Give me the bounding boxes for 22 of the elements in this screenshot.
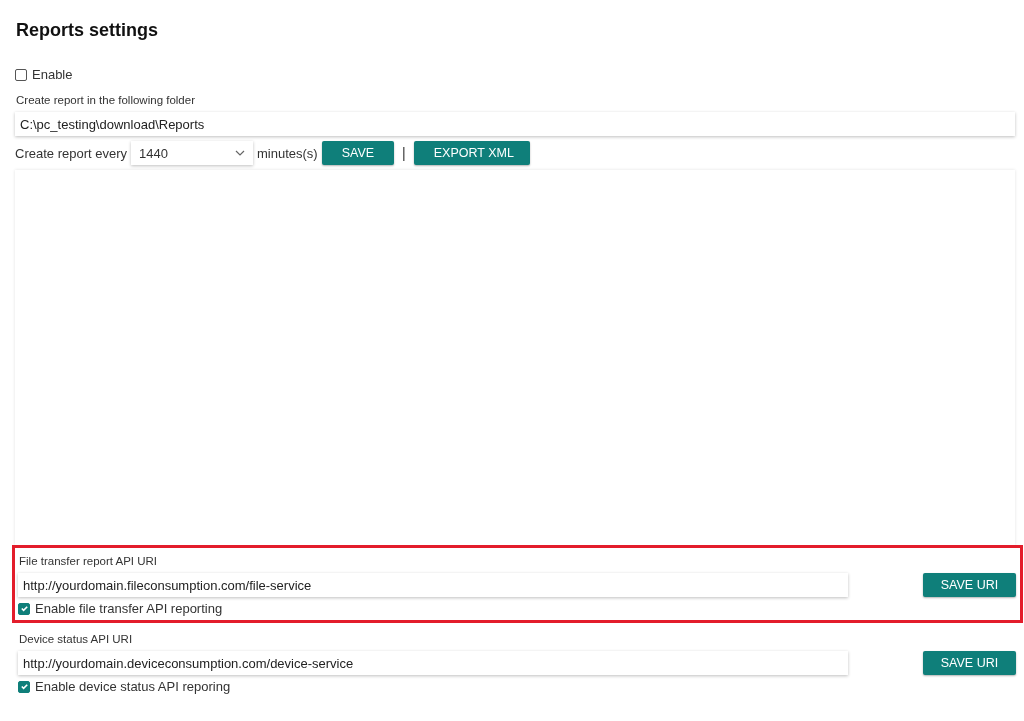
interval-label: Create report every bbox=[15, 145, 127, 161]
save-uri-button[interactable]: SAVE URI bbox=[923, 573, 1016, 597]
export-button[interactable]: EXPORT XML bbox=[413, 141, 530, 165]
unit-label: minutes(s) bbox=[257, 145, 318, 161]
separator-text: | bbox=[402, 145, 406, 161]
chevron-down-icon bbox=[235, 150, 245, 156]
field-label: Device status API URI bbox=[19, 633, 134, 645]
checkbox[interactable] bbox=[15, 68, 27, 81]
checkbox[interactable] bbox=[18, 602, 30, 615]
save-uri-button[interactable]: SAVE URI bbox=[923, 651, 1016, 675]
checkbox[interactable] bbox=[18, 680, 30, 693]
checkbox-label: Enable bbox=[32, 67, 73, 82]
save-button[interactable]: SAVE bbox=[321, 141, 395, 165]
field-label: Create report in the following folder bbox=[16, 94, 196, 106]
uri-field[interactable]: http://yourdomain.fileconsumption.com/file-service bbox=[18, 573, 848, 597]
page-title: Reports settings bbox=[16, 20, 160, 41]
interval-select[interactable]: 1440 bbox=[131, 141, 253, 165]
uri-field[interactable]: http://yourdomain.deviceconsumption.com/device-service bbox=[18, 651, 848, 675]
field-label: File transfer report API URI bbox=[19, 555, 159, 567]
folder-field[interactable]: C:\pc_testing\download\Reports bbox=[15, 112, 1015, 136]
checkbox-label: Enable device status API reporing bbox=[35, 679, 231, 694]
checkbox-label: Enable file transfer API reporting bbox=[35, 601, 223, 616]
